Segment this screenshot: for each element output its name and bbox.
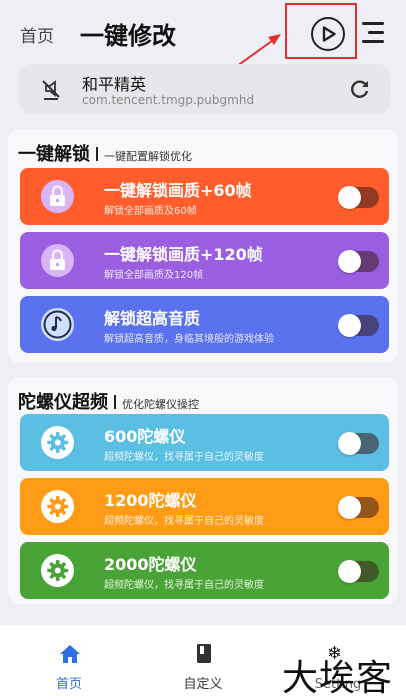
toggle-switch[interactable] (338, 560, 379, 583)
unlock-row[interactable]: 解锁超高音质解锁超高音质，身临其境般的游戏体验 (20, 296, 389, 353)
row-subtitle: 解锁全部画质及60帧 (104, 206, 197, 217)
gyro-row[interactable]: 1200陀螺仪超频陀螺仪，找寻属于自己的灵敏度 (20, 478, 389, 535)
row-icon-badge (41, 180, 74, 213)
gyro-section-header: 陀螺仪超频 优化陀螺仪操控 (18, 388, 199, 414)
watermark-snowflake-icon: ❄ (327, 643, 343, 664)
nav-home-label: 首页 (55, 677, 82, 692)
gyro-row[interactable]: 600陀螺仪超频陀螺仪，找寻属于自己的灵敏度 (20, 414, 389, 471)
section-desc: 一键配置解锁优化 (104, 150, 192, 163)
gear-icon (47, 496, 69, 517)
toggle-switch[interactable] (338, 250, 379, 273)
toggle-knob (338, 560, 361, 583)
row-label: 1200陀螺仪 (104, 491, 197, 510)
mute-icon (42, 80, 60, 100)
nav-custom[interactable]: 自定义 (148, 625, 258, 700)
row-label: 600陀螺仪 (104, 427, 186, 446)
app-name: 和平精英 (82, 75, 147, 94)
toggle-knob (338, 186, 361, 209)
lock-icon (50, 249, 65, 270)
section-divider (114, 395, 116, 409)
nav-home[interactable]: 首页 (14, 625, 124, 700)
row-label: 一键解锁画质+60帧 (104, 181, 252, 200)
row-icon-badge (41, 244, 74, 277)
row-label: 解锁超高音质 (104, 309, 201, 328)
row-subtitle: 超频陀螺仪，找寻属于自己的灵敏度 (104, 580, 264, 591)
gear-icon (47, 432, 69, 453)
gyro-section: 陀螺仪超频 优化陀螺仪操控 600陀螺仪 超频陀螺仪，找寻属于自己的灵敏度 1200陀… (8, 377, 398, 604)
toggle-knob (338, 250, 361, 273)
row-subtitle: 解锁超高音质，身临其境般的游戏体验 (104, 334, 274, 345)
gyro-row[interactable]: 2000陀螺仪超频陀螺仪，找寻属于自己的灵敏度 (20, 542, 389, 599)
app-selector[interactable]: 和平精英 com.tencent.tmgp.pubgmhd (18, 64, 391, 114)
music-note-icon (43, 310, 72, 339)
row-icon-badge (41, 426, 74, 459)
row-subtitle: 超频陀螺仪，找寻属于自己的灵敏度 (104, 516, 264, 527)
section-divider (96, 147, 98, 161)
row-subtitle: 解锁全部画质及120帧 (104, 270, 204, 281)
row-label: 2000陀螺仪 (104, 555, 197, 574)
row-subtitle: 超频陀螺仪，找寻属于自己的灵敏度 (104, 452, 264, 463)
toggle-switch[interactable] (338, 314, 379, 337)
home-icon (60, 645, 80, 663)
section-title: 一键解锁 (18, 144, 90, 165)
book-icon (197, 644, 211, 663)
toggle-knob (338, 314, 361, 337)
row-icon-badge (41, 308, 74, 341)
unlock-section-header: 一键解锁 一键配置解锁优化 (18, 140, 192, 166)
page-title: 一键修改 (80, 22, 176, 50)
toggle-switch[interactable] (338, 432, 379, 455)
lock-icon (50, 185, 65, 206)
row-icon-badge (41, 490, 74, 523)
toggle-knob (338, 496, 361, 519)
row-icon-badge (41, 554, 74, 587)
annotation-highlight-box (285, 3, 357, 59)
toggle-switch[interactable] (338, 496, 379, 519)
menu-icon-line (368, 31, 384, 34)
refresh-icon[interactable] (349, 78, 371, 100)
toggle-switch[interactable] (338, 186, 379, 209)
row-label: 一键解锁画质+120帧 (104, 245, 263, 264)
unlock-section: 一键解锁 一键配置解锁优化 一键解锁画质+60帧 解锁全部画质及60帧 一键解锁画质+… (8, 129, 398, 363)
section-desc: 优化陀螺仪操控 (122, 398, 199, 411)
menu-icon-line (362, 40, 384, 43)
app-package: com.tencent.tmgp.pubgmhd (82, 93, 255, 107)
gear-icon (47, 560, 69, 581)
menu-button[interactable] (362, 20, 386, 46)
nav-custom-label: 自定义 (183, 677, 223, 692)
menu-icon (362, 22, 384, 25)
toggle-knob (338, 432, 361, 455)
unlock-row[interactable]: 一键解锁画质+120帧解锁全部画质及120帧 (20, 232, 389, 289)
section-title: 陀螺仪超频 (18, 392, 108, 413)
unlock-row[interactable]: 一键解锁画质+60帧解锁全部画质及60帧 (20, 168, 389, 225)
header-tab-home[interactable]: 首页 (20, 22, 54, 47)
